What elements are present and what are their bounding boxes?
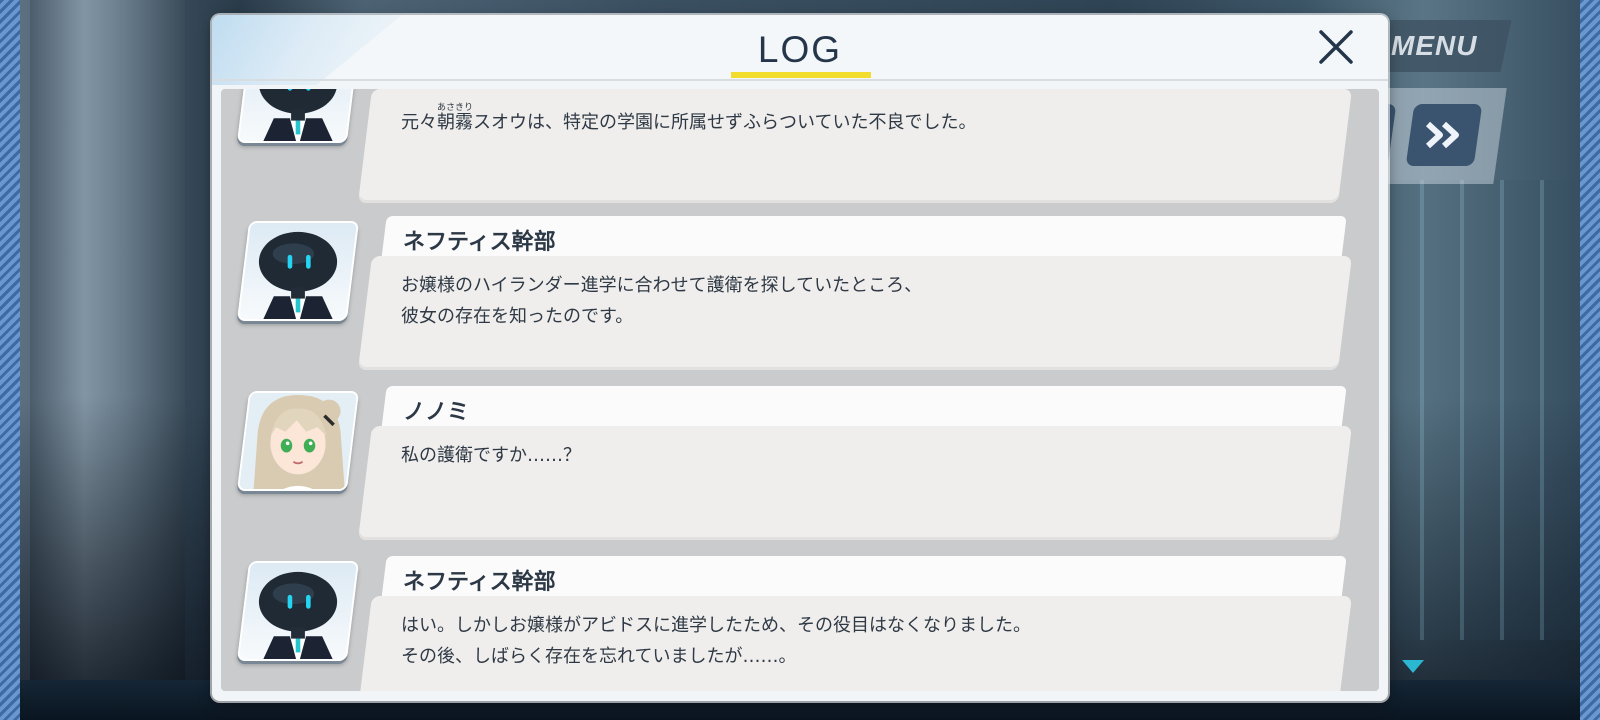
title-underline: [731, 72, 871, 78]
letterbox-left: [0, 0, 20, 720]
close-button[interactable]: [1316, 27, 1356, 67]
background-pillar: [30, 0, 185, 720]
dialogue-text: はい。しかしお嬢様がアビドスに進学したため、その役目はなくなりました。 その後、…: [401, 615, 1031, 667]
close-icon: [1319, 30, 1353, 64]
background-glass-doors: [1380, 180, 1580, 640]
dialogue-text: 私の護衛ですか……？: [401, 445, 581, 466]
speaker-name: ネフティス幹部: [403, 570, 556, 595]
log-title: LOG: [757, 29, 843, 70]
nonomi-avatar: [236, 391, 360, 491]
log-entry: ネフティス幹部 お嬢様のハイランダー進学に合わせて護衛を探していたところ、 彼女…: [221, 216, 1379, 376]
fast-forward-icon: [1425, 121, 1459, 149]
ruby-annotation: あさきり: [437, 103, 474, 113]
header-divider: [212, 79, 1388, 81]
speaker-name: ノノミ: [403, 400, 470, 425]
log-panel: LOG 元々朝霧あさきりスオウは、特定の学園に所属せずふらついていた不良でした。…: [212, 15, 1388, 701]
robot-avatar: [236, 89, 360, 143]
dialogue-text: 元々朝霧あさきりスオウは、特定の学園に所属せずふらついていた不良でした。: [401, 103, 977, 133]
log-header: LOG: [212, 15, 1388, 85]
log-entry: ノノミ 私の護衛ですか……？: [221, 386, 1379, 546]
next-arrow-icon: [1402, 660, 1424, 673]
log-list[interactable]: 元々朝霧あさきりスオウは、特定の学園に所属せずふらついていた不良でした。 ネフテ…: [221, 89, 1379, 691]
fast-forward-button[interactable]: [1405, 104, 1483, 166]
menu-label: MENU: [1390, 30, 1478, 61]
log-entry: ネフティス幹部 はい。しかしお嬢様がアビドスに進学したため、その役目はなくなりま…: [221, 556, 1379, 691]
robot-avatar: [236, 221, 360, 321]
speaker-name: ネフティス幹部: [403, 230, 556, 255]
log-entry: 元々朝霧あさきりスオウは、特定の学園に所属せずふらついていた不良でした。: [221, 89, 1379, 203]
robot-avatar: [236, 561, 360, 661]
speaker-name-plate: [381, 386, 1347, 430]
letterbox-right: [1580, 0, 1600, 720]
dialogue-text: お嬢様のハイランダー進学に合わせて護衛を探していたところ、 彼女の存在を知ったの…: [401, 275, 923, 327]
